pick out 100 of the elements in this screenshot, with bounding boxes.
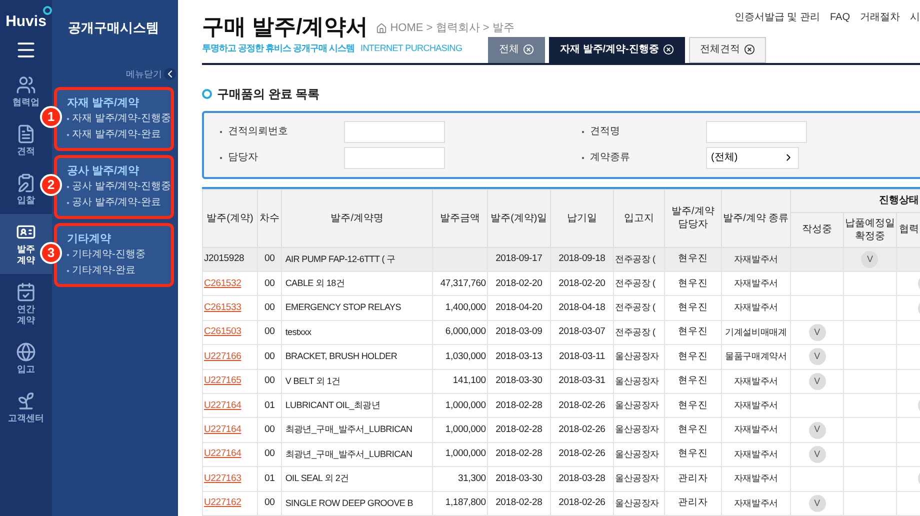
table-row[interactable]: U227166 00 BRACKET, BRUSH HOLDER 1,030,000 2018-03-13 2018-03-11 울산공장자 현우진 물품구매계약서 V	[202, 344, 920, 370]
table-row[interactable]: C261503 00 testxxx 6,000,000 2018-03-09 2018-03-07 전주공장 ( 현우진 기계설비매매계 V	[202, 320, 920, 345]
rail-item[interactable]: 연간 계약	[0, 274, 52, 334]
table-cell: 현우진	[664, 272, 722, 296]
check-mark-badge: V	[861, 250, 878, 268]
column-header: 차수	[257, 189, 282, 248]
check-mark-badge: V	[808, 494, 826, 512]
page-title: 구매 발주/계약서	[202, 14, 368, 40]
table-row[interactable]: U227163 01 OIL SEAL 외 2건 31,300 2018-03-30 2018-03-28 울산공장자 관리자 자재발주서	[202, 466, 920, 492]
table-cell: 2018-03-30	[487, 466, 550, 492]
table-cell: 자재발주서	[721, 296, 791, 320]
rail-item[interactable]: 고객센터	[0, 383, 52, 432]
table-row[interactable]: C261533 00 EMERGENCY STOP RELAYS 1,400,000 2018-04-20 2018-04-18 전주공장 ( 현우진 자재발주서	[202, 296, 920, 320]
submenu-link[interactable]: 자재 발주/계약-완료	[72, 127, 161, 143]
table-row[interactable]: U227164 01 LUBRICANT OIL_최광년 1,000,000 2018-02-28 2018-02-26 울산공장자 현우진 자재발주서	[202, 394, 920, 418]
input-field[interactable]	[706, 120, 807, 143]
table-cell: 현우진	[664, 418, 722, 442]
section-title: 구매품의 완료 목록	[217, 86, 320, 103]
table-cell: 자재발주서	[721, 247, 791, 272]
check-mark-badge: V	[808, 422, 826, 439]
column-header: 입고지	[614, 189, 664, 248]
table-row[interactable]: C261532 00 CABLE 외 18건 47,317,760 2018-02-20 2018-02-20 전주공장 ( 현우진 자재발주서	[202, 272, 920, 296]
filter-label: 견적명	[590, 125, 621, 140]
contract-type-select[interactable]: (전체)	[706, 146, 799, 169]
table-cell: OIL SEAL 외 2건	[282, 466, 432, 492]
table-row[interactable]: U227164 00 최광년_구매_발주서_LUBRICAN 1,000,000 2018-02-28 2018-02-26 울산공장자 현우진 자재발주서 V	[202, 418, 920, 442]
table-cell: 00	[257, 247, 282, 272]
table-cell: LUBRICANT OIL_최광년	[282, 394, 432, 418]
table-cell: 현우진	[664, 394, 722, 418]
table-cell: 현우진	[664, 344, 722, 370]
table-cell: 00	[257, 418, 282, 442]
table-row[interactable]: U227162 00 SINGLE ROW DEEP GROOVE B 1,187,800 2018-02-28 2018-02-26 울산공장자 관리자 자재발주서 V	[202, 491, 920, 516]
table-cell: 2018-02-28	[487, 394, 550, 418]
table-cell: 울산공장자	[614, 466, 664, 492]
table-cell: 자재발주서	[721, 369, 791, 394]
table-cell: 울산공장자	[614, 491, 664, 516]
table-cell: 2018-02-20	[487, 272, 550, 296]
table-cell: 2018-03-30	[487, 369, 550, 394]
table-cell: 자재발주서	[721, 442, 791, 467]
table-row[interactable]: J2015928 00 AIR PUMP FAP-12-6TTT ( 구 2018-09-17 2018-09-18 전주공장 ( 현우진 자재발주서 V	[202, 247, 920, 272]
table-cell: 2018-03-11	[550, 344, 614, 370]
close-icon[interactable]	[744, 44, 755, 56]
filter-label: 계약종류	[590, 151, 631, 166]
top-link[interactable]: FAQ	[830, 10, 850, 25]
top-link[interactable]: 인증서발급 및 관리	[734, 10, 820, 25]
table-cell: 자재발주서	[721, 272, 791, 296]
column-header: 발주금액	[432, 189, 488, 248]
table-cell: 현우진	[664, 369, 722, 394]
table-cell: 2018-02-28	[487, 442, 550, 467]
table-cell: 2018-02-26	[550, 394, 614, 418]
top-link[interactable]: 시	[910, 10, 920, 25]
callout-badge: 1	[40, 106, 62, 128]
table-cell: 전주공장 (	[614, 247, 664, 272]
table-cell: 2018-03-13	[487, 344, 550, 370]
column-header: 납품예정일 확정중	[843, 212, 896, 248]
input-field[interactable]	[344, 120, 445, 143]
table-cell: 2018-02-26	[550, 491, 614, 516]
plant-icon	[16, 391, 36, 411]
system-title: 공개구매시스템	[68, 19, 160, 37]
column-header: 작성중	[790, 212, 844, 248]
table-cell: 00	[257, 320, 282, 345]
menu-close-button[interactable]: 메뉴닫기	[126, 68, 178, 81]
table-cell: 00	[257, 442, 282, 467]
submenu-link[interactable]: 기타계약-완료	[72, 263, 136, 279]
table-cell: 기계설비매매계	[721, 320, 791, 345]
tab[interactable]: 전체견적	[688, 36, 766, 63]
submenu-link[interactable]: 공사 발주/계약-완료	[72, 195, 161, 211]
ring-icon	[202, 88, 212, 99]
table-row[interactable]: U227165 00 V BELT 외 1건 141,100 2018-03-30 2018-03-31 울산공장자 현우진 자재발주서 V	[202, 369, 920, 394]
top-link[interactable]: 거래절차	[860, 10, 900, 25]
column-header: 발주/계약 종류	[721, 189, 791, 248]
submenu-link[interactable]: 자재 발주/계약-진행중	[72, 111, 171, 127]
column-header: 발주(계약)	[202, 189, 258, 248]
table-cell: 1,000,000	[432, 442, 488, 467]
tab[interactable]: 전체	[488, 36, 545, 63]
submenu-link[interactable]: 기타계약-진행중	[72, 247, 146, 263]
column-header: 납기일	[550, 189, 614, 248]
table-cell: 01	[257, 466, 282, 492]
table-cell	[432, 247, 488, 272]
breadcrumb: HOME > 협력회사 > 발주	[390, 20, 514, 36]
table-cell: 울산공장자	[614, 418, 664, 442]
status-group-header: 진행상태	[790, 189, 920, 212]
table-cell: 자재발주서	[721, 491, 791, 516]
table-cell: 전주공장 (	[614, 272, 664, 296]
clipboard-icon	[16, 173, 36, 193]
table-cell: 6,000,000	[432, 320, 488, 345]
submenu-link[interactable]: 공사 발주/계약-진행중	[72, 179, 171, 195]
table-cell: 자재발주서	[721, 418, 791, 442]
table-cell: 31,300	[432, 466, 488, 492]
home-icon	[376, 23, 388, 34]
table-cell: 현우진	[664, 442, 722, 467]
table-cell: 00	[257, 296, 282, 320]
input-field[interactable]	[344, 146, 445, 169]
tab[interactable]: 자재 발주/계약-진행중	[549, 36, 685, 63]
document-icon	[16, 124, 36, 144]
table-row[interactable]: U227164 00 최광년_구매_발주서_LUBRICAN 1,000,000 2018-02-28 2018-02-26 울산공장자 현우진 자재발주서 V	[202, 442, 920, 467]
rail-item[interactable]: 입고	[0, 334, 52, 383]
table-cell: 01	[257, 394, 282, 418]
table-cell: AIR PUMP FAP-12-6TTT ( 구	[282, 247, 432, 272]
subtitle-english: INTERNET PURCHASING	[360, 42, 462, 55]
